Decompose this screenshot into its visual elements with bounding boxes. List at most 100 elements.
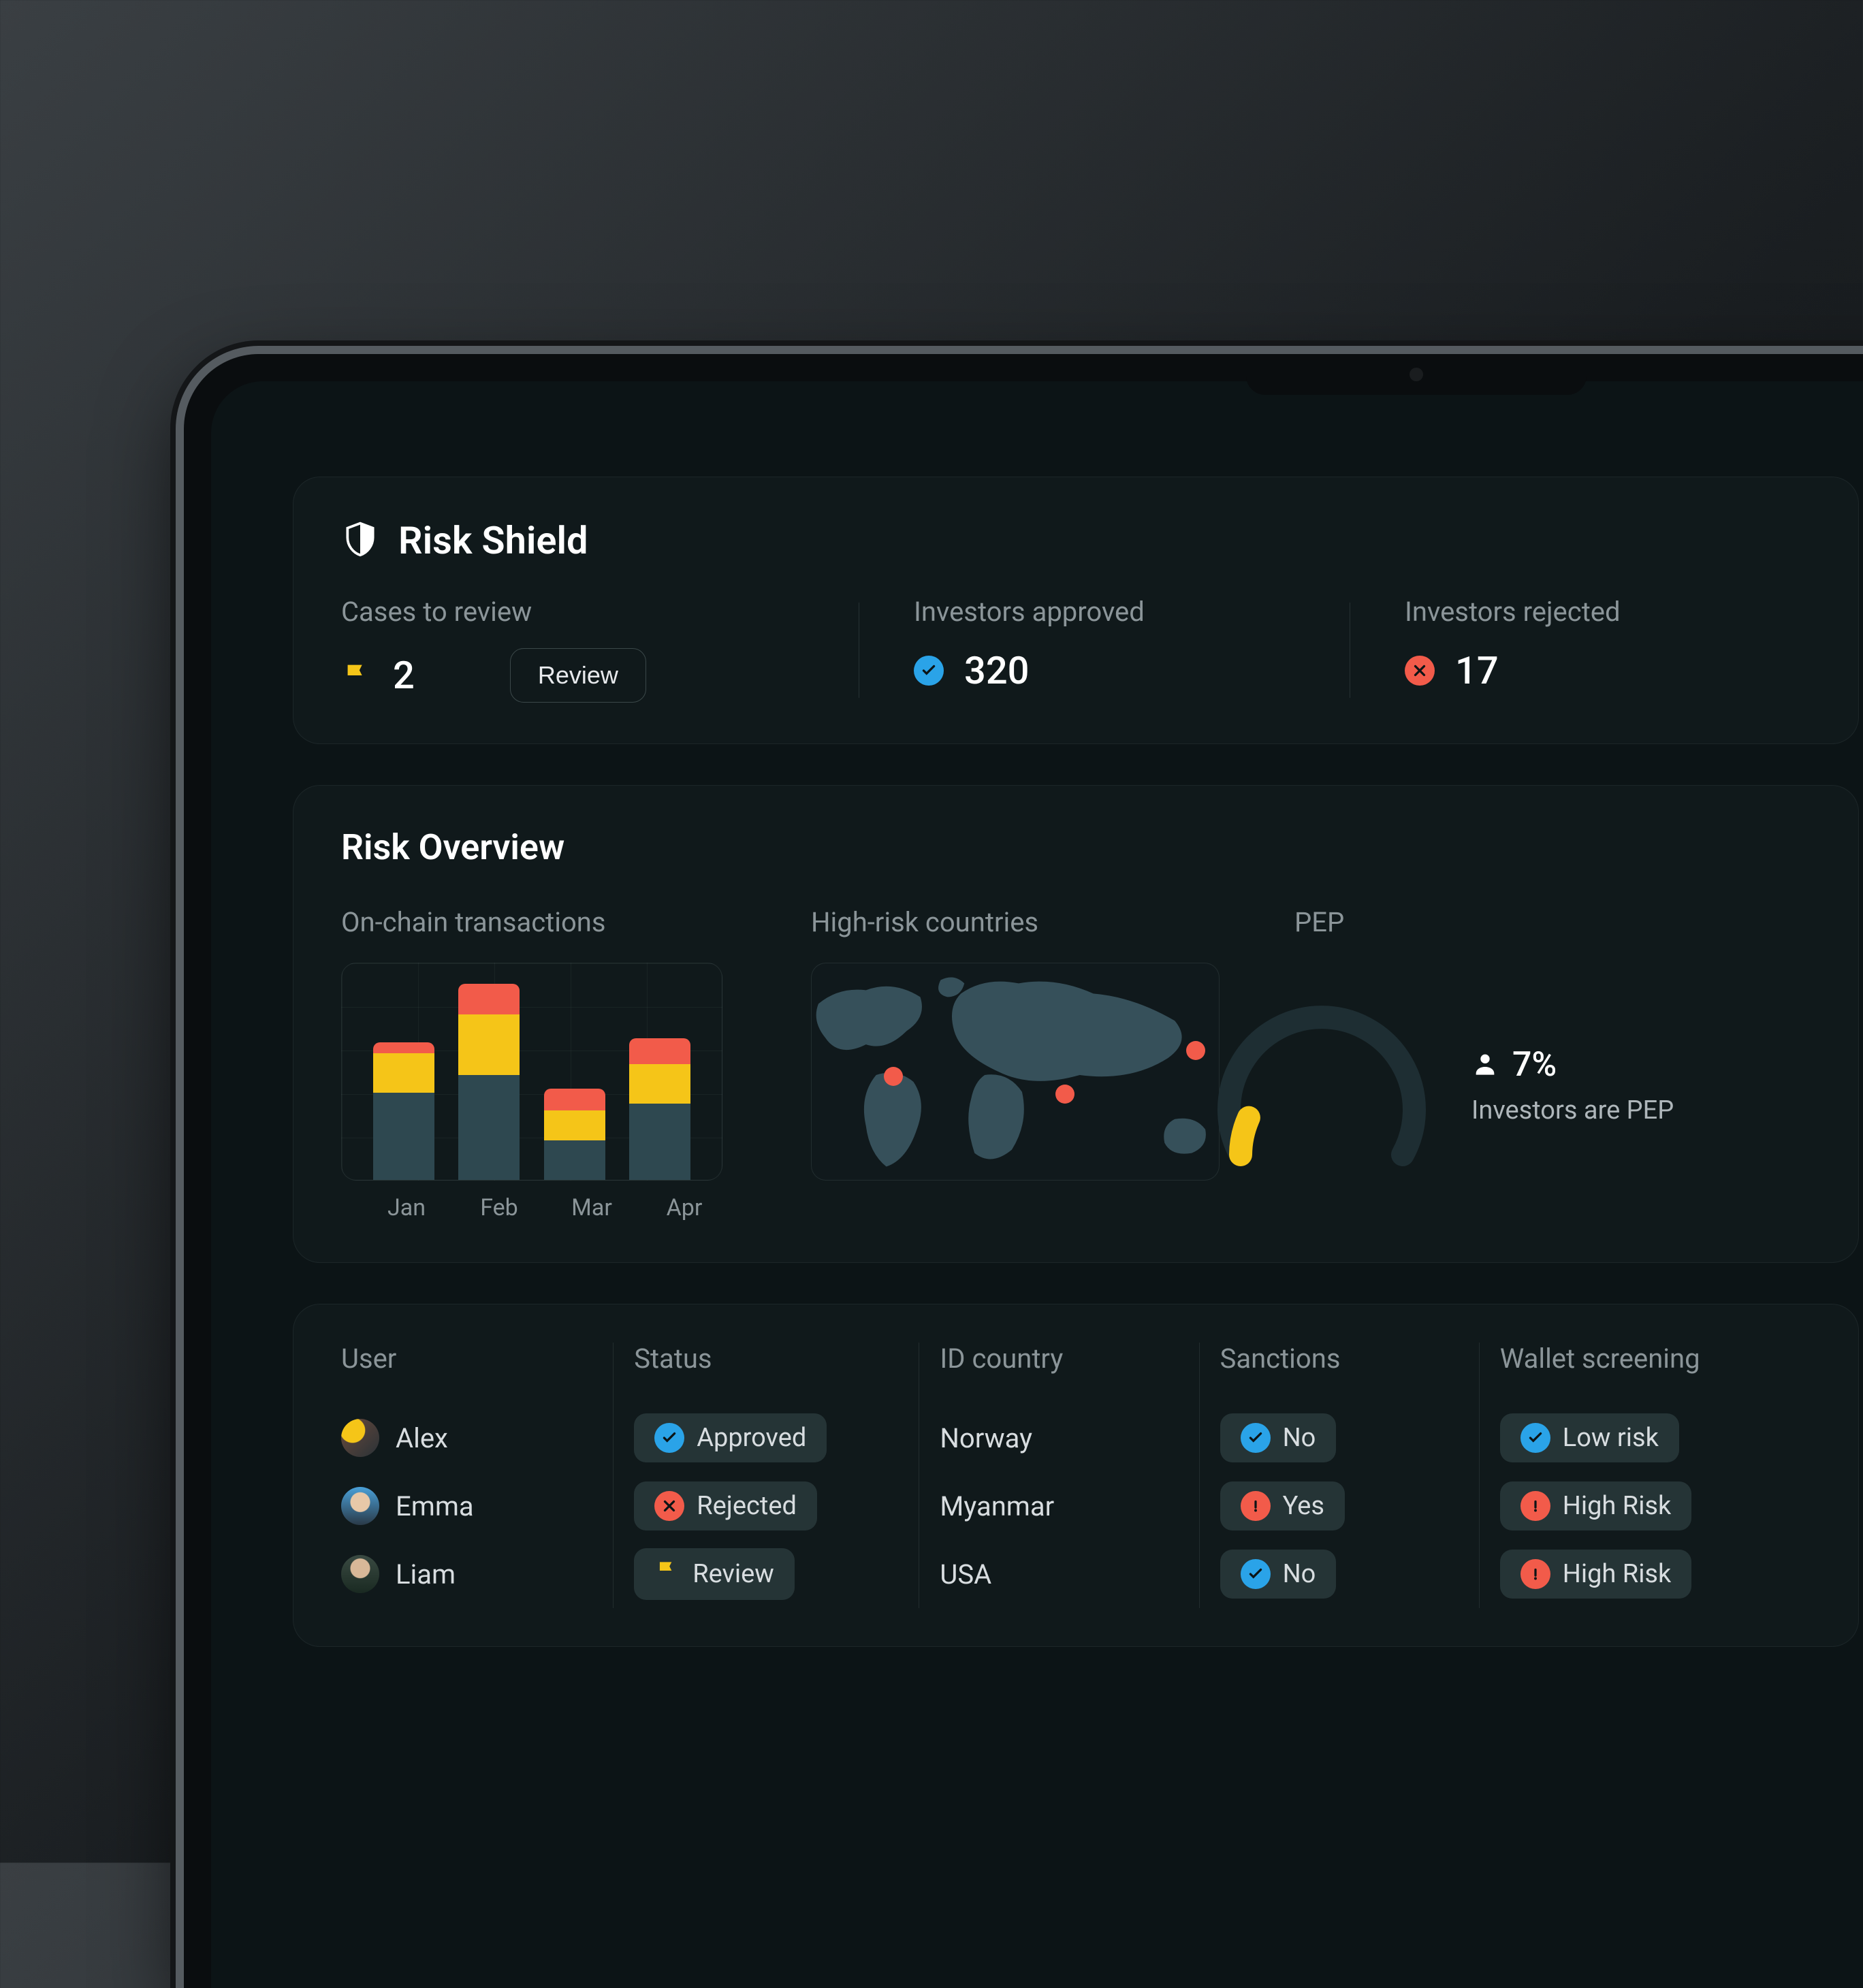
onchain-transactions-panel: On-chain transactions Jan Feb Mar Apr [341, 906, 750, 1221]
wallet-cell: High Risk [1500, 1540, 1811, 1608]
shield-icon [341, 520, 379, 561]
investors-approved-block: Investors approved 320 [859, 596, 1350, 703]
risk-shield-title: Risk Shield [398, 518, 588, 563]
onchain-bar-chart [341, 963, 722, 1181]
countries-label: High-risk countries [811, 906, 1233, 938]
sanctions-cell: Yes [1220, 1472, 1479, 1540]
investors-rejected-block: Investors rejected 17 [1350, 596, 1675, 703]
approved-label: Investors approved [914, 596, 1295, 628]
col-wallet: Wallet screening Low risk High Risk High R… [1500, 1343, 1811, 1608]
check-circle-icon [914, 656, 944, 686]
check-circle-icon [1241, 1559, 1271, 1589]
pep-subtitle: Investors are PEP [1471, 1095, 1674, 1125]
wallet-cell: Low risk [1500, 1404, 1811, 1472]
warning-circle-icon [1241, 1491, 1271, 1521]
world-map [811, 963, 1220, 1181]
status-text: Rejected [697, 1491, 797, 1521]
country-cell: Norway [940, 1404, 1198, 1472]
th-wallet: Wallet screening [1500, 1343, 1811, 1379]
cases-count: 2 [393, 653, 415, 698]
laptop-screen: Risk Shield Cases to review 2 Review [211, 381, 1863, 1988]
status-cell: Review [634, 1540, 919, 1608]
wallet-cell: High Risk [1500, 1472, 1811, 1540]
status-text: Review [692, 1559, 774, 1589]
user-name: Liam [396, 1558, 456, 1590]
warning-circle-icon [1520, 1491, 1550, 1521]
wallet-badge[interactable]: Low risk [1500, 1413, 1679, 1462]
sanctions-cell: No [1220, 1404, 1479, 1472]
flag-icon [341, 660, 372, 691]
country-cell: Myanmar [940, 1472, 1198, 1540]
avatar [341, 1555, 379, 1593]
country-cell: USA [940, 1540, 1198, 1608]
pep-label: PEP [1294, 906, 1785, 938]
risk-overview-title: Risk Overview [341, 827, 1811, 868]
status-badge[interactable]: Approved [634, 1413, 827, 1462]
laptop-notch [1246, 354, 1587, 395]
sanctions-text: No [1283, 1423, 1316, 1453]
wallet-text: High Risk [1563, 1491, 1672, 1521]
map-risk-dot [1186, 1041, 1205, 1060]
user-cell[interactable]: Alex [341, 1404, 613, 1472]
status-cell: Approved [634, 1404, 919, 1472]
warning-circle-icon [1520, 1559, 1550, 1589]
user-cell[interactable]: Liam [341, 1540, 613, 1608]
x-circle-icon [654, 1491, 684, 1521]
th-country: ID country [940, 1343, 1198, 1379]
sanctions-text: Yes [1283, 1491, 1324, 1521]
divider [613, 1343, 614, 1608]
sanctions-badge[interactable]: Yes [1220, 1481, 1345, 1530]
cases-to-review-block: Cases to review 2 Review [341, 596, 859, 703]
sanctions-cell: No [1220, 1540, 1479, 1608]
col-user: User Alex Emma Liam [341, 1343, 613, 1608]
status-cell: Rejected [634, 1472, 919, 1540]
wallet-text: High Risk [1563, 1559, 1672, 1589]
divider [1199, 1343, 1200, 1608]
bar-apr [629, 1038, 690, 1180]
col-status: Status ApprovedRejectedReview [634, 1343, 919, 1608]
onchain-label: On-chain transactions [341, 906, 750, 938]
col-country: ID country NorwayMyanmarUSA [940, 1343, 1198, 1608]
status-text: Approved [697, 1423, 806, 1453]
wallet-badge[interactable]: High Risk [1500, 1550, 1692, 1599]
divider [1479, 1343, 1480, 1608]
pep-panel: PEP [1294, 906, 1785, 1221]
map-risk-dot [1055, 1085, 1074, 1104]
bar-label: Apr [654, 1194, 715, 1221]
investors-table-card: User AlexEmmaLiam Status ApprovedRejecte… [293, 1304, 1859, 1647]
cases-label: Cases to review [341, 596, 804, 628]
sanctions-text: No [1283, 1559, 1316, 1589]
th-user: User [341, 1343, 613, 1379]
user-cell[interactable]: Emma [341, 1472, 613, 1540]
wallet-badge[interactable]: High Risk [1500, 1481, 1692, 1530]
bar-label: Feb [468, 1194, 530, 1221]
bar-label: Jan [376, 1194, 437, 1221]
sanctions-badge[interactable]: No [1220, 1413, 1337, 1462]
sanctions-badge[interactable]: No [1220, 1550, 1337, 1599]
rejected-label: Investors rejected [1405, 596, 1621, 628]
user-name: Alex [396, 1422, 448, 1454]
approved-count: 320 [964, 648, 1029, 693]
laptop-frame: Risk Shield Cases to review 2 Review [184, 354, 1863, 1988]
risk-overview-card: Risk Overview On-chain transactions Jan F… [293, 785, 1859, 1263]
status-badge[interactable]: Rejected [634, 1481, 817, 1530]
rejected-count: 17 [1455, 648, 1499, 693]
x-circle-icon [1405, 656, 1435, 686]
wallet-text: Low risk [1563, 1423, 1659, 1453]
user-name: Emma [396, 1490, 474, 1522]
high-risk-countries-panel: High-risk countries [811, 906, 1233, 1221]
camera-dot [1410, 368, 1423, 381]
bar-jan [373, 1042, 434, 1180]
status-badge[interactable]: Review [634, 1548, 795, 1600]
review-button[interactable]: Review [510, 648, 646, 703]
th-sanctions: Sanctions [1220, 1343, 1479, 1379]
bar-mar [544, 1089, 605, 1180]
avatar [341, 1419, 379, 1457]
person-icon [1471, 1050, 1499, 1080]
risk-shield-card: Risk Shield Cases to review 2 Review [293, 477, 1859, 744]
bar-label: Mar [561, 1194, 622, 1221]
col-sanctions: Sanctions No Yes No [1220, 1343, 1479, 1608]
check-circle-icon [654, 1423, 684, 1453]
flag-icon [654, 1558, 680, 1590]
pep-gauge [1206, 969, 1437, 1201]
